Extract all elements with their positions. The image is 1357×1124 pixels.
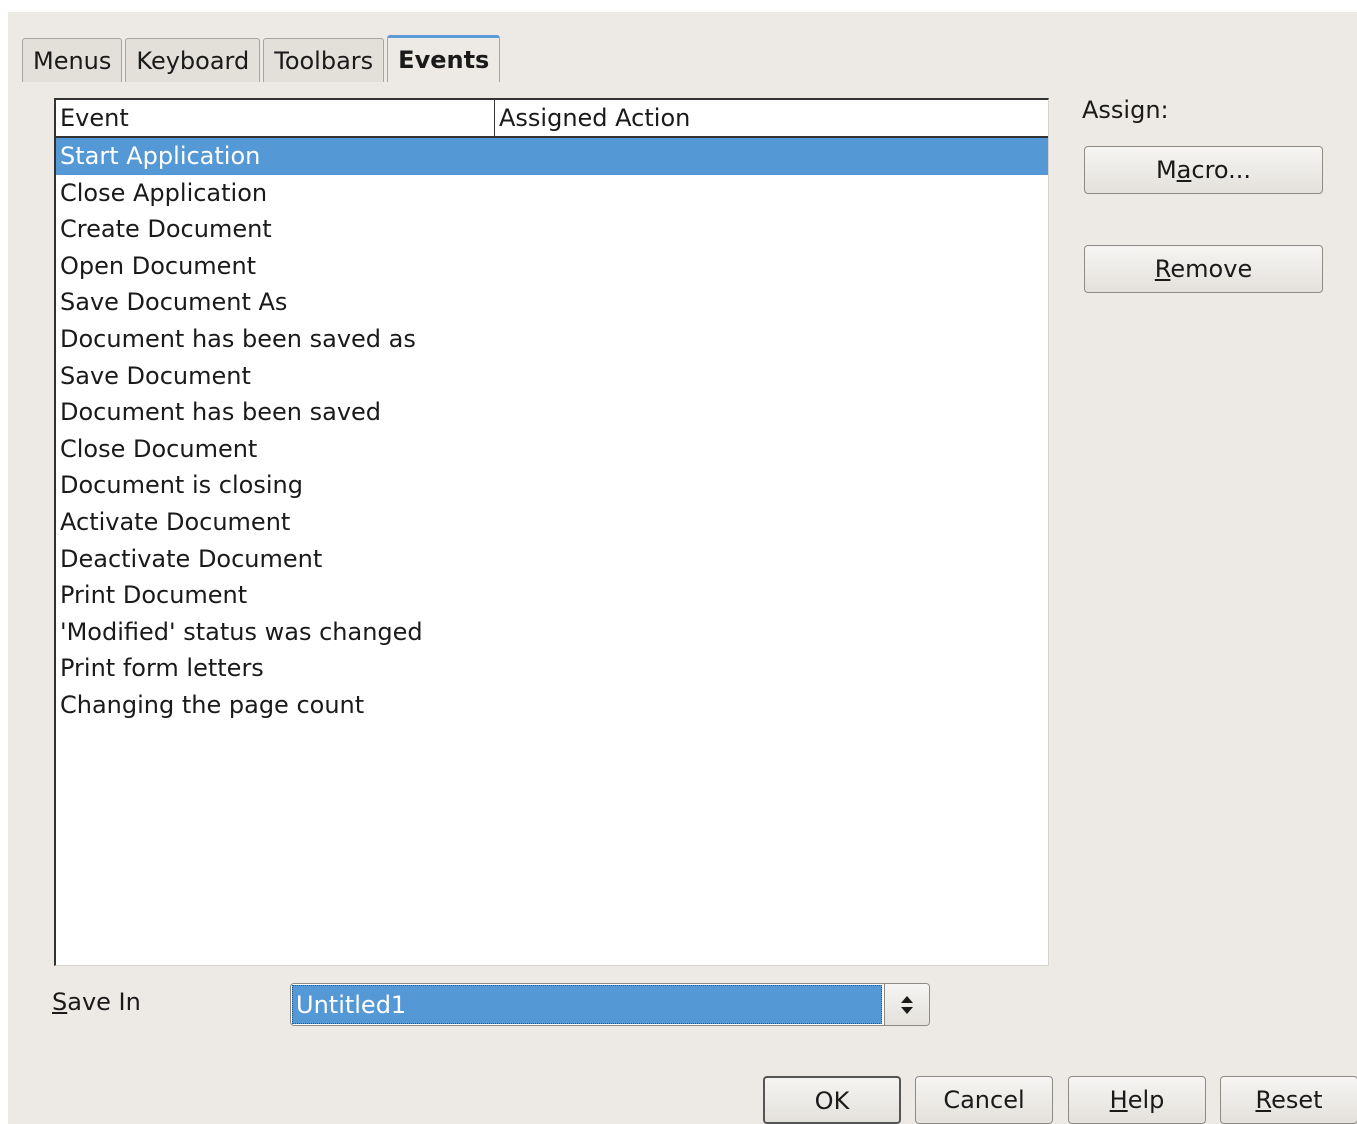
event-row[interactable]: Deactivate Document [56,541,1048,578]
cancel-button[interactable]: Cancel [915,1076,1053,1124]
save-in-label-text: ave In [67,988,141,1016]
event-row[interactable]: Print Document [56,577,1048,614]
event-row[interactable]: Document has been saved as [56,321,1048,358]
column-header-assigned-action[interactable]: Assigned Action [495,100,1048,136]
assign-label: Assign: [1082,96,1169,124]
event-row[interactable]: Start Application [56,138,1048,175]
macro-label-b: cro... [1191,156,1252,184]
ok-button[interactable]: OK [763,1076,901,1124]
event-row[interactable]: 'Modified' status was changed [56,614,1048,651]
tab-keyboard[interactable]: Keyboard [125,38,261,82]
event-row[interactable]: Document has been saved [56,394,1048,431]
event-rows: Start Application Close Application Create… [56,138,1048,724]
remove-button[interactable]: Remove [1084,245,1323,293]
spin-arrows-icon[interactable] [884,984,929,1025]
macro-mnemonic: a [1176,156,1192,184]
event-row[interactable]: Document is closing [56,467,1048,504]
tab-events[interactable]: Events [387,35,501,82]
customize-dialog: Menus Keyboard Toolbars Events Event Ass… [8,12,1357,1124]
reset-label: eset [1271,1086,1323,1114]
remove-label: emove [1170,255,1253,283]
save-in-label: Save In [52,988,141,1016]
event-row[interactable]: Close Document [56,431,1048,468]
save-in-mnemonic: S [52,988,68,1016]
list-header: Event Assigned Action [56,100,1048,138]
macro-button[interactable]: Macro... [1084,146,1323,194]
save-in-value: Untitled1 [292,985,882,1024]
tab-menus[interactable]: Menus [22,38,123,82]
event-row[interactable]: Save Document As [56,284,1048,321]
event-row[interactable]: Close Application [56,175,1048,212]
event-row[interactable]: Open Document [56,248,1048,285]
event-row[interactable]: Create Document [56,211,1048,248]
event-row[interactable]: Changing the page count [56,687,1048,724]
save-in-select[interactable]: Untitled1 [290,983,930,1026]
remove-mnemonic: R [1154,255,1171,283]
help-mnemonic: H [1109,1086,1128,1114]
reset-mnemonic: R [1255,1086,1272,1114]
tab-bar: Menus Keyboard Toolbars Events [22,23,503,82]
event-list[interactable]: Event Assigned Action Start Application C… [54,98,1049,966]
column-header-event[interactable]: Event [56,100,495,136]
reset-button[interactable]: Reset [1220,1076,1357,1124]
event-row[interactable]: Activate Document [56,504,1048,541]
tab-toolbars[interactable]: Toolbars [263,38,385,82]
event-row[interactable]: Print form letters [56,650,1048,687]
event-row[interactable]: Save Document [56,358,1048,395]
help-label: elp [1127,1086,1165,1114]
help-button[interactable]: Help [1068,1076,1206,1124]
macro-label-a: M [1155,156,1177,184]
